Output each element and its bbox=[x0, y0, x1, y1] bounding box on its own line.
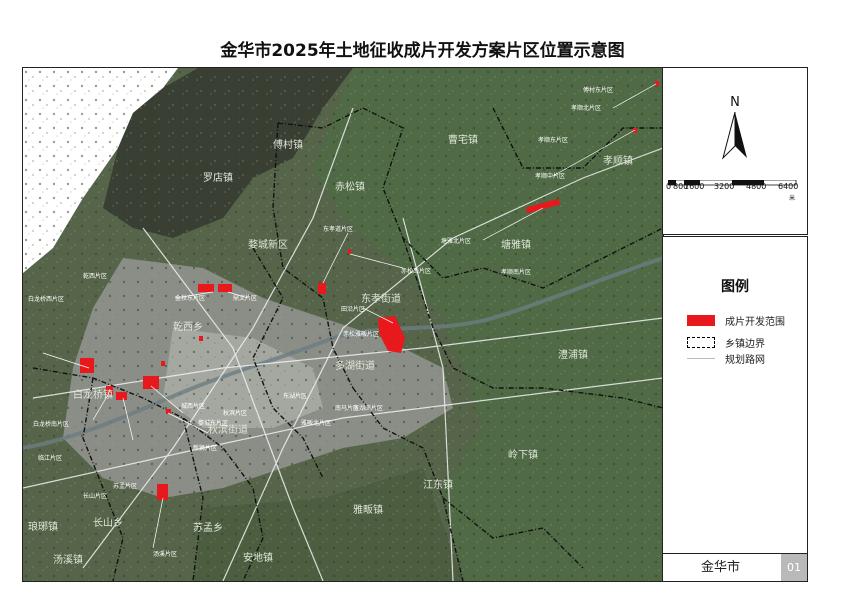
scale-tick-label: 3200 bbox=[714, 182, 735, 191]
map-title: 金华市2025年土地征收成片开发方案片区位置示意图 bbox=[220, 41, 625, 61]
parcel-area[interactable] bbox=[318, 283, 326, 294]
parcel-label: 金秋东片区 bbox=[175, 294, 205, 302]
parcel-area[interactable] bbox=[655, 81, 659, 86]
legend-swatch-dashed bbox=[687, 336, 715, 348]
parcel-area[interactable] bbox=[143, 376, 159, 389]
town-label: 白龙桥镇 bbox=[73, 388, 113, 401]
town-label: 汤溪镇 bbox=[53, 553, 83, 566]
legend-item-development: 成片开发范围 bbox=[687, 312, 785, 328]
parcel-label: 新狮片区 bbox=[193, 444, 217, 452]
parcel-label: 东孝道片区 bbox=[323, 225, 353, 233]
town-label: 安地镇 bbox=[243, 551, 273, 564]
parcel-label: 苏孟片区 bbox=[113, 482, 137, 490]
compass-scale-panel: N 0 800 1600 3200 4800 6400 米 bbox=[662, 67, 808, 235]
town-label: 苏孟乡 bbox=[193, 521, 223, 534]
parcel-label: 赤松雅畈片区 bbox=[343, 330, 379, 338]
legend-swatch-fill bbox=[687, 314, 715, 326]
parcel-label: 鼎文片区 bbox=[233, 294, 257, 302]
town-label: 傅村镇 bbox=[273, 138, 303, 151]
scale-unit: 米 bbox=[789, 195, 796, 202]
town-label: 江东镇 bbox=[423, 478, 453, 491]
scale-tick-label: 0 bbox=[666, 182, 672, 191]
scale-tick-label: 1600 bbox=[684, 182, 705, 191]
north-arrow-icon bbox=[722, 112, 747, 160]
parcel-label: 多湖南片区 bbox=[353, 404, 383, 412]
parcel-label: 孝顺东片区 bbox=[538, 136, 568, 144]
town-label: 曹宅镇 bbox=[448, 133, 478, 146]
town-label: 乾西乡 bbox=[173, 320, 203, 333]
parcel-label: 婺城东片区 bbox=[198, 419, 228, 427]
footer-city: 金华市 bbox=[700, 560, 740, 575]
town-label: 塘雅镇 bbox=[501, 238, 531, 251]
north-letter: N bbox=[730, 95, 740, 110]
satellite-map[interactable]: 罗店镇赤松镇曹宅镇孝顺镇塘雅镇东孝街道多湖街道澧浦镇岭下镇江东镇雅畈镇秋滨街道白… bbox=[23, 68, 663, 581]
legend-item-roads: 规划路网 bbox=[687, 350, 765, 366]
town-label: 雅畈镇 bbox=[353, 503, 383, 516]
parcel-label: 临江片区 bbox=[38, 454, 62, 462]
legend-title: 图例 bbox=[721, 279, 749, 295]
parcel-label: 雅畈北片区 bbox=[301, 419, 331, 427]
town-label: 多湖街道 bbox=[335, 359, 375, 372]
town-label: 罗店镇 bbox=[203, 171, 233, 184]
parcel-label: 白龙桥南片区 bbox=[33, 420, 69, 428]
parcel-area[interactable] bbox=[161, 361, 165, 366]
town-label: 婺城新区 bbox=[248, 238, 288, 251]
parcel-area[interactable] bbox=[199, 336, 203, 341]
legend-label: 成片开发范围 bbox=[725, 316, 785, 328]
parcel-label: 傅村东片区 bbox=[583, 86, 613, 94]
town-label: 东孝街道 bbox=[361, 292, 401, 305]
terrain-texture bbox=[23, 68, 663, 581]
scale-tick-label: 4800 bbox=[746, 182, 767, 191]
parcel-area[interactable] bbox=[218, 284, 232, 292]
map-canvas[interactable]: 罗店镇 赤松镇 曹宅镇 孝顺镇 塘雅镇 东孝街道 多湖街道 澧浦镇 岭下镇 江东镇 雅畈镇 秋滨街道白… bbox=[22, 67, 664, 582]
parcel-area[interactable] bbox=[116, 392, 127, 400]
parcel-label: 秋滨片区 bbox=[223, 409, 247, 417]
town-label: 琅琊镇 bbox=[28, 520, 58, 533]
parcel-area[interactable] bbox=[348, 249, 351, 254]
parcel-label: 赤松南片区 bbox=[401, 267, 431, 275]
parcel-label: 孝顺中片区 bbox=[535, 172, 565, 180]
parcel-label: 孝顺北片区 bbox=[571, 104, 601, 112]
parcel-label: 白龙桥西片区 bbox=[28, 295, 64, 303]
legend-panel: 图例 成片开发范围 乡镇边界 规划路网 bbox=[662, 236, 808, 554]
footer-panel: 金华市 01 bbox=[662, 553, 808, 582]
town-label: 赤松镇 bbox=[335, 180, 365, 193]
parcel-label: 东湖片区 bbox=[283, 392, 307, 400]
parcel-label: 塘雅北片区 bbox=[441, 237, 471, 245]
parcel-area[interactable] bbox=[198, 284, 214, 292]
town-label: 澧浦镇 bbox=[558, 348, 588, 361]
parcel-label: 汤溪片区 bbox=[153, 550, 177, 558]
parcel-label: 孝顺南片区 bbox=[501, 268, 531, 276]
legend-label: 乡镇边界 bbox=[725, 338, 765, 350]
town-label: 长山乡 bbox=[93, 517, 123, 529]
town-label: 孝顺镇 bbox=[603, 154, 633, 167]
legend-swatch-line bbox=[687, 357, 715, 359]
footer-code: 01 bbox=[781, 554, 807, 581]
parcel-label: 乾西片区 bbox=[83, 272, 107, 280]
legend-label: 规划路网 bbox=[725, 354, 765, 366]
parcel-label: 田沿片区 bbox=[341, 305, 365, 313]
legend-item-boundary: 乡镇边界 bbox=[687, 334, 765, 350]
town-label: 岭下镇 bbox=[508, 448, 538, 461]
parcel-area[interactable] bbox=[157, 484, 168, 500]
scale-tick-label: 6400 bbox=[778, 182, 799, 191]
parcel-label: 长山片区 bbox=[83, 492, 107, 500]
parcel-label: 城西片区 bbox=[181, 402, 205, 410]
